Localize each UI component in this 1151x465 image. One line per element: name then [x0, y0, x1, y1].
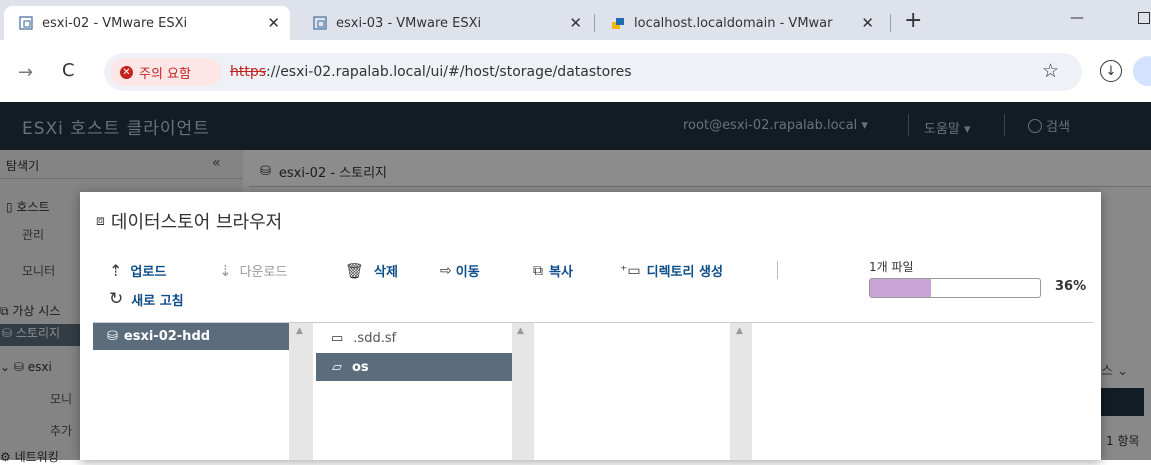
security-label: 주의 요함: [139, 66, 191, 82]
toolbar-divider: [777, 261, 778, 279]
pane-scrollbar[interactable]: [289, 323, 313, 460]
tab-esxi-03[interactable]: esxi-03 - VMware ESXi ✕: [298, 6, 588, 40]
scroll-up-icon[interactable]: ▲: [736, 326, 743, 336]
upload-icon: ⇡: [109, 261, 123, 280]
close-tab-icon[interactable]: ✕: [267, 14, 280, 32]
url-text[interactable]: https://esxi-02.rapalab.local/ui/#/host/…: [230, 64, 632, 80]
tab-title: esxi-02 - VMware ESXi: [42, 15, 188, 31]
tab-title: esxi-03 - VMware ESXi: [336, 15, 482, 31]
progress-fill: [870, 279, 932, 297]
vmware-folder-icon: [610, 15, 626, 31]
tab-esxi-02[interactable]: esxi-02 - VMware ESXi ✕: [4, 6, 290, 40]
tab-title: localhost.localdomain - VMwar: [634, 15, 833, 31]
minimize-button[interactable]: —: [1070, 10, 1084, 26]
copy-button[interactable]: ⧉ 복사: [533, 261, 573, 281]
new-folder-icon: ⁺▭: [620, 262, 641, 279]
folder-row[interactable]: ▭ .sdd.sf: [313, 326, 512, 350]
upload-progress-bar: [869, 278, 1041, 298]
reload-icon[interactable]: C: [62, 60, 75, 81]
download-button[interactable]: ⇣ 다운로드: [219, 261, 287, 281]
folder-icon: ▭: [331, 330, 344, 346]
progress-percent: 36%: [1055, 279, 1087, 294]
pane-scrollbar[interactable]: [512, 323, 534, 460]
close-tab-icon[interactable]: ✕: [569, 14, 582, 32]
upload-button[interactable]: ⇡ 업로드: [109, 261, 166, 280]
forward-icon[interactable]: →: [18, 62, 33, 83]
bookmark-star-icon[interactable]: ☆: [1042, 60, 1059, 82]
vmware-icon: [312, 15, 328, 31]
close-tab-icon[interactable]: ✕: [861, 14, 874, 32]
datastore-row[interactable]: ⛁ esxi-02-hdd: [93, 323, 289, 350]
open-folder-icon: ▱: [332, 359, 342, 375]
refresh-button[interactable]: ↻ 새로 고침: [109, 289, 184, 309]
vmware-icon: [18, 15, 34, 31]
download-icon[interactable]: ↓: [1100, 60, 1122, 82]
tab-divider: [890, 14, 891, 32]
move-icon: ⇨: [440, 262, 452, 279]
copy-icon: ⧉: [533, 262, 543, 279]
trash-icon: 🗑︎: [345, 261, 365, 280]
folder-row-selected[interactable]: ▱ os: [316, 353, 512, 381]
tab-divider: [594, 14, 595, 32]
url-path: ://esxi-02.rapalab.local/ui/#/host/stora…: [266, 64, 632, 80]
scroll-up-icon[interactable]: ▲: [517, 326, 524, 336]
delete-button[interactable]: 🗑︎ 삭제: [345, 261, 398, 281]
progress-label: 1개 파일: [869, 260, 914, 274]
tab-localhost[interactable]: localhost.localdomain - VMwar ✕: [600, 6, 890, 40]
move-button[interactable]: ⇨ 이동: [440, 261, 480, 281]
pane-scrollbar[interactable]: [730, 323, 752, 460]
url-scheme: https: [230, 64, 267, 80]
warning-icon: ✕: [120, 65, 133, 79]
file-details-pane: [752, 323, 1093, 460]
new-tab-button[interactable]: +: [904, 8, 922, 33]
datastore-browser-icon: ⧈: [96, 213, 105, 229]
restore-window-button[interactable]: [1138, 12, 1150, 24]
download-icon: ⇣: [219, 261, 232, 280]
create-directory-button[interactable]: ⁺▭ 디렉토리 생성: [620, 261, 723, 281]
security-chip[interactable]: ✕ 주의 요함: [110, 58, 222, 86]
refresh-icon: ↻: [109, 289, 124, 309]
dialog-title-text: 데이터스토어 브라우저: [110, 212, 283, 233]
dialog-title: ⧈ 데이터스토어 브라우저: [96, 208, 282, 234]
file-list-pane: [534, 323, 730, 460]
scroll-up-icon[interactable]: ▲: [296, 326, 303, 336]
datastore-icon: ⛁: [107, 329, 118, 344]
